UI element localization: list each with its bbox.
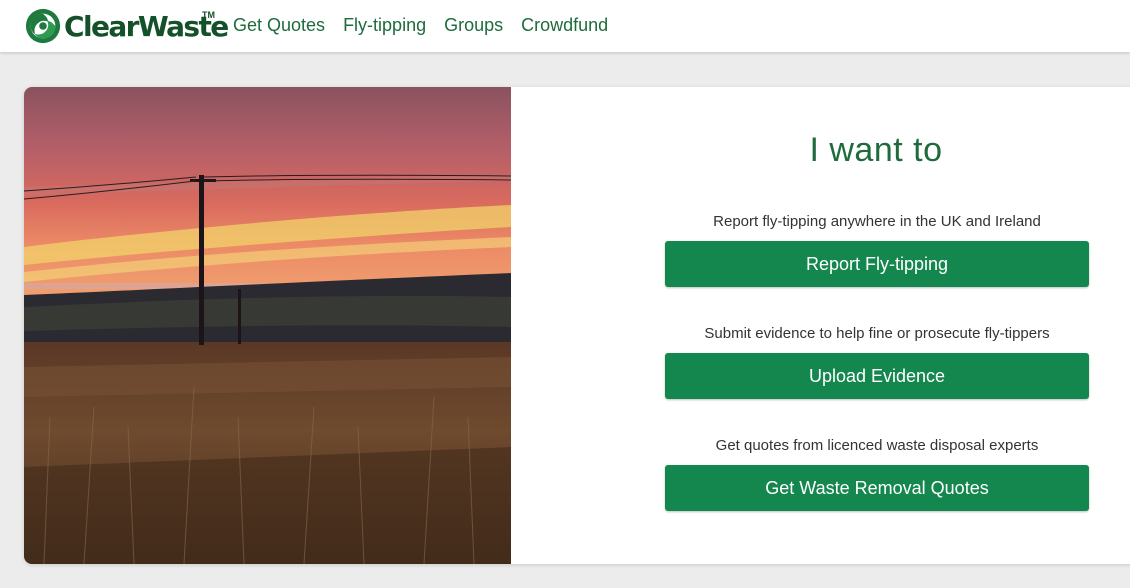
- report-fly-tipping-button[interactable]: Report Fly-tipping: [665, 241, 1089, 287]
- hero-photo: [24, 87, 511, 564]
- quotes-description: Get quotes from licenced waste disposal …: [715, 437, 1039, 454]
- main-nav: Get Quotes Fly-tipping Groups Crowdfund: [233, 15, 626, 36]
- nav-link-get-quotes[interactable]: Get Quotes: [233, 15, 325, 36]
- report-description: Report fly-tipping anywhere in the UK an…: [713, 213, 1041, 230]
- evidence-description: Submit evidence to help fine or prosecut…: [704, 325, 1050, 342]
- page-heading: I want to: [809, 131, 943, 169]
- trademark-mark: TM: [202, 10, 215, 20]
- top-navbar: ClearWaste TM Get Quotes Fly-tipping Gro…: [0, 0, 1130, 52]
- nav-link-crowdfund[interactable]: Crowdfund: [521, 15, 608, 36]
- recycle-swirl-icon: [25, 8, 61, 44]
- nav-link-groups[interactable]: Groups: [444, 15, 503, 36]
- brand-logo[interactable]: ClearWaste TM: [24, 6, 229, 46]
- hero-card: I want to Report fly-tipping anywhere in…: [24, 87, 1130, 564]
- action-panel: I want to Report fly-tipping anywhere in…: [511, 87, 1130, 564]
- upload-evidence-button[interactable]: Upload Evidence: [665, 353, 1089, 399]
- get-waste-removal-quotes-button[interactable]: Get Waste Removal Quotes: [665, 465, 1089, 511]
- nav-link-fly-tipping[interactable]: Fly-tipping: [343, 15, 426, 36]
